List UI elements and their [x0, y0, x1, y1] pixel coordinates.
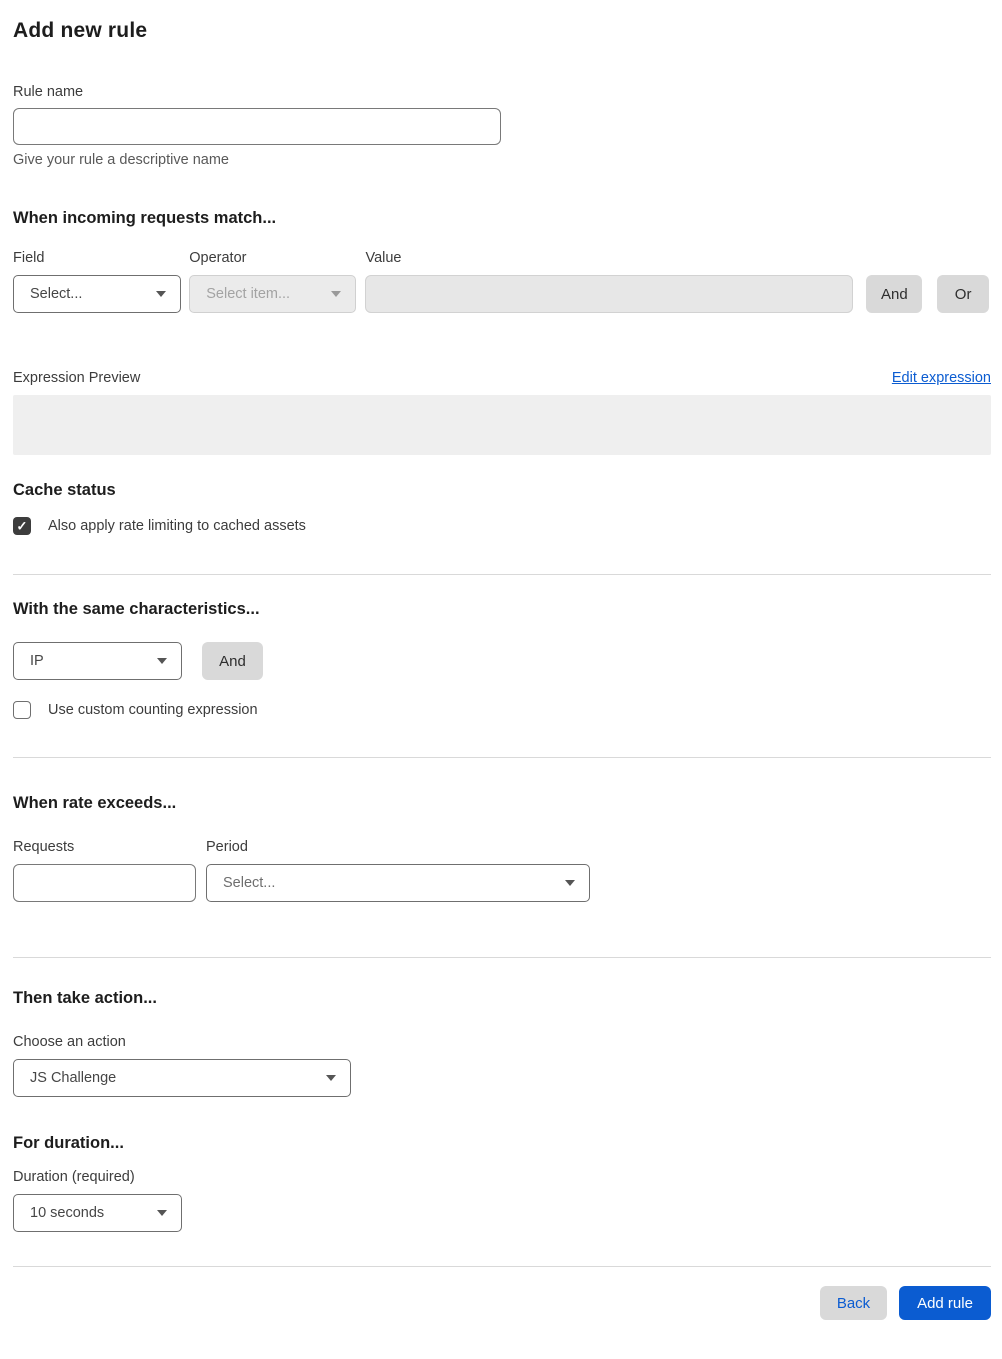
duration-select[interactable]: 10 seconds — [13, 1194, 182, 1232]
cached-assets-checkbox[interactable]: ✓ — [13, 517, 31, 535]
cache-checkbox-row: ✓ Also apply rate limiting to cached ass… — [13, 517, 989, 535]
action-heading: Then take action... — [13, 989, 157, 1007]
operator-select: Select item... — [189, 275, 357, 313]
footer-actions: Back Add rule — [13, 1286, 991, 1320]
period-select-value: Select... — [223, 875, 276, 891]
rule-name-label: Rule name — [13, 84, 84, 100]
chevron-down-icon — [565, 880, 575, 886]
cache-status-heading: Cache status — [13, 481, 116, 499]
chevron-down-icon — [157, 658, 167, 664]
edit-expression-link[interactable]: Edit expression — [892, 370, 991, 386]
custom-counting-checkbox[interactable] — [13, 701, 31, 719]
action-select[interactable]: JS Challenge — [13, 1059, 351, 1097]
value-input — [365, 275, 854, 313]
operator-select-value: Select item... — [206, 286, 291, 302]
chevron-down-icon — [156, 291, 167, 297]
expression-preview-box — [13, 395, 991, 455]
operator-label: Operator — [189, 250, 247, 266]
checkmark-icon: ✓ — [16, 518, 28, 533]
match-builder-row: Field Select... Operator Select item... … — [13, 250, 989, 313]
counting-expression-row: Use custom counting expression — [13, 701, 989, 719]
value-label: Value — [365, 250, 402, 266]
chevron-down-icon — [331, 291, 342, 297]
rule-name-input[interactable] — [13, 108, 501, 145]
divider — [13, 757, 991, 758]
divider — [13, 574, 991, 575]
duration-select-value: 10 seconds — [30, 1205, 105, 1221]
page-title: Add new rule — [13, 19, 148, 42]
rate-heading: When rate exceeds... — [13, 794, 177, 812]
field-select-value: Select... — [30, 286, 83, 302]
counting-checkbox-label: Use custom counting expression — [48, 702, 258, 718]
requests-label: Requests — [13, 839, 75, 855]
add-rule-form: Add new rule Rule name Give your rule a … — [0, 19, 1002, 1320]
rule-name-helper: Give your rule a descriptive name — [13, 152, 229, 168]
chevron-down-icon — [326, 1075, 336, 1081]
characteristics-select[interactable]: IP — [13, 642, 182, 680]
period-select[interactable]: Select... — [206, 864, 590, 902]
match-section-heading: When incoming requests match... — [13, 209, 277, 227]
duration-label: Duration (required) — [13, 1169, 135, 1185]
characteristics-heading: With the same characteristics... — [13, 600, 260, 618]
add-rule-button[interactable]: Add rule — [899, 1286, 991, 1320]
action-select-value: JS Challenge — [30, 1070, 117, 1086]
and-button[interactable]: And — [866, 275, 923, 313]
characteristics-select-value: IP — [30, 653, 44, 669]
action-label: Choose an action — [13, 1034, 126, 1050]
duration-heading: For duration... — [13, 1134, 124, 1152]
field-label: Field — [13, 250, 45, 266]
expression-preview-label: Expression Preview — [13, 370, 141, 386]
requests-input[interactable] — [13, 864, 196, 902]
or-button[interactable]: Or — [937, 275, 989, 313]
characteristics-and-button[interactable]: And — [202, 642, 263, 680]
divider — [13, 1266, 991, 1267]
field-select[interactable]: Select... — [13, 275, 182, 313]
cache-checkbox-label: Also apply rate limiting to cached asset… — [48, 518, 306, 534]
back-button[interactable]: Back — [820, 1286, 887, 1320]
chevron-down-icon — [157, 1210, 167, 1216]
period-label: Period — [206, 839, 248, 855]
divider — [13, 957, 991, 958]
